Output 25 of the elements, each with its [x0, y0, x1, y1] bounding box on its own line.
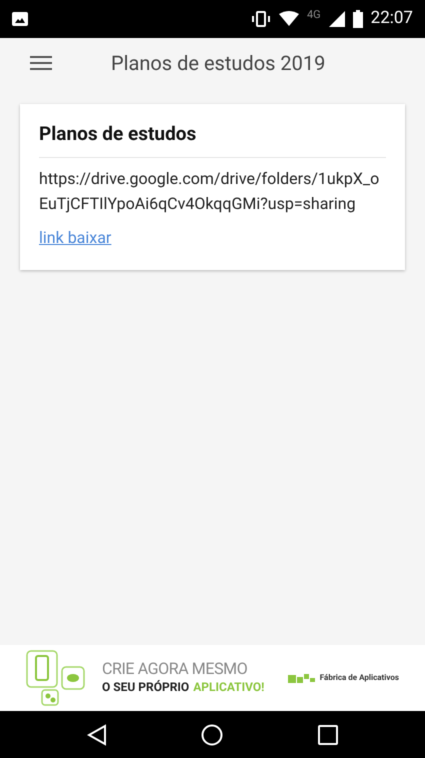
app-icons-drawing — [26, 650, 88, 706]
network-label: 4G — [306, 6, 321, 23]
brand-name: Fábrica de Aplicativos — [320, 672, 399, 684]
menu-icon — [30, 55, 52, 71]
clock: 22:07 — [370, 7, 413, 30]
back-button[interactable] — [87, 724, 108, 746]
recents-icon — [318, 724, 338, 744]
recents-button[interactable] — [318, 724, 338, 744]
image-icon — [12, 12, 28, 26]
battery-icon — [352, 10, 363, 28]
card-title: Planos de estudos — [39, 120, 386, 158]
signal-icon — [328, 11, 345, 27]
brand-logo-icon — [288, 673, 316, 683]
ad-headline: CRIE AGORA MESMO — [102, 660, 248, 678]
ad-tagline: O SEU PRÓPRIO — [102, 679, 190, 696]
home-icon — [201, 724, 224, 746]
vibrate-icon — [250, 11, 271, 27]
app-title: Planos de estudos 2019 — [111, 50, 326, 77]
home-button[interactable] — [201, 724, 224, 746]
download-link[interactable]: link baixar — [39, 226, 112, 250]
ad-banner[interactable]: CRIE AGORA MESMO O SEU PRÓPRIO APLICATIVO! Fábrica de Aplicativos — [0, 645, 425, 711]
back-icon — [87, 724, 108, 746]
wifi-icon — [278, 11, 299, 27]
url-text: https://drive.google.com/drive/folders/1ukpX_oEuTjCFTIlYpoAi6qCv4OkqqGMi?usp=sharing — [39, 168, 380, 214]
ad-tagline: APLICATIVO! — [193, 679, 264, 696]
